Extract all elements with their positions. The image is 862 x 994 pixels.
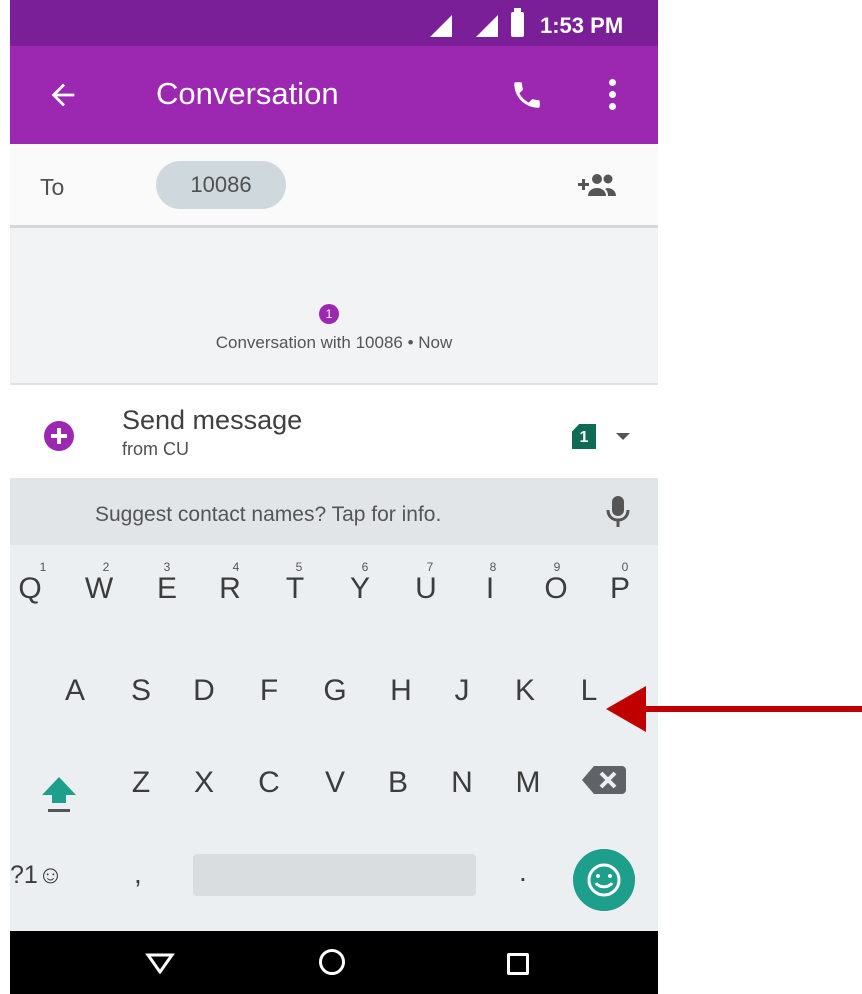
back-arrow-icon[interactable]: [46, 78, 80, 112]
suggestion-text[interactable]: Suggest contact names? Tap for info.: [95, 503, 441, 527]
period-key[interactable]: .: [519, 856, 527, 888]
message-input[interactable]: Send message: [122, 405, 302, 436]
spacebar[interactable]: [193, 854, 476, 896]
key-g[interactable]: G: [315, 674, 355, 708]
sim-label: from CU: [122, 439, 189, 459]
microphone-icon[interactable]: [604, 494, 632, 530]
phone-screen: 1:53 PM Conversation To 10086 1 Conversa…: [10, 0, 658, 994]
sim-card-icon[interactable]: 1: [572, 424, 596, 449]
key-r[interactable]: R: [210, 572, 250, 606]
battery-icon: [511, 8, 524, 37]
key-s[interactable]: S: [121, 674, 161, 708]
key-e[interactable]: E: [147, 572, 187, 606]
key-k[interactable]: K: [505, 674, 545, 708]
key-p[interactable]: P: [600, 572, 640, 606]
page-title: Conversation: [156, 76, 339, 111]
to-label: To: [40, 174, 65, 200]
status-time: 1:53 PM: [540, 13, 624, 38]
add-attachment-icon[interactable]: [44, 421, 74, 451]
key-c[interactable]: C: [249, 766, 289, 800]
symbols-key[interactable]: ?1☺: [10, 861, 63, 890]
nav-home-icon[interactable]: [319, 949, 345, 975]
suggestion-strip[interactable]: Suggest contact names? Tap for info.: [10, 478, 658, 545]
shift-icon[interactable]: [40, 774, 78, 814]
key-q[interactable]: Q: [10, 572, 50, 606]
nav-recents-icon[interactable]: [507, 953, 529, 975]
conversation-area: 1 Conversation with 10086 • Now: [10, 228, 658, 385]
comma-key[interactable]: ,: [134, 858, 142, 890]
key-d[interactable]: D: [184, 674, 224, 708]
key-m[interactable]: M: [508, 766, 548, 800]
emoji-icon[interactable]: [573, 849, 635, 911]
key-o[interactable]: O: [536, 572, 576, 606]
annotation-arrow-icon: [606, 686, 862, 732]
status-bar: 1:53 PM: [10, 0, 658, 46]
chevron-down-icon[interactable]: [616, 433, 630, 440]
signal-icon: [430, 15, 452, 37]
key-t[interactable]: T: [275, 572, 315, 606]
app-bar: Conversation: [10, 46, 658, 144]
nav-back-icon[interactable]: [145, 952, 175, 974]
key-a[interactable]: A: [55, 674, 95, 708]
signal-icon: [476, 15, 498, 37]
key-v[interactable]: V: [315, 766, 355, 800]
key-n[interactable]: N: [442, 766, 482, 800]
key-y[interactable]: Y: [340, 572, 380, 606]
key-f[interactable]: F: [249, 674, 289, 708]
conversation-info: Conversation with 10086 • Now: [215, 333, 453, 352]
key-l[interactable]: L: [569, 674, 609, 708]
more-options-icon[interactable]: [607, 79, 617, 111]
key-u[interactable]: U: [406, 572, 446, 606]
recipient-chip[interactable]: 10086: [156, 161, 286, 209]
compose-bar: Send message from CU 1: [10, 385, 658, 478]
key-j[interactable]: J: [442, 674, 482, 708]
key-x[interactable]: X: [184, 766, 224, 800]
recipient-row: To 10086: [10, 144, 658, 228]
key-i[interactable]: I: [470, 572, 510, 606]
keyboard: Suggest contact names? Tap for info. 1 Q…: [10, 478, 658, 931]
key-z[interactable]: Z: [121, 766, 161, 800]
key-b[interactable]: B: [378, 766, 418, 800]
unread-badge: 1: [319, 304, 339, 324]
backspace-icon[interactable]: [582, 766, 626, 794]
key-w[interactable]: W: [79, 572, 119, 606]
navigation-bar: [10, 931, 658, 994]
phone-call-icon[interactable]: [510, 78, 544, 112]
add-people-icon[interactable]: [576, 170, 618, 200]
key-h[interactable]: H: [381, 674, 421, 708]
